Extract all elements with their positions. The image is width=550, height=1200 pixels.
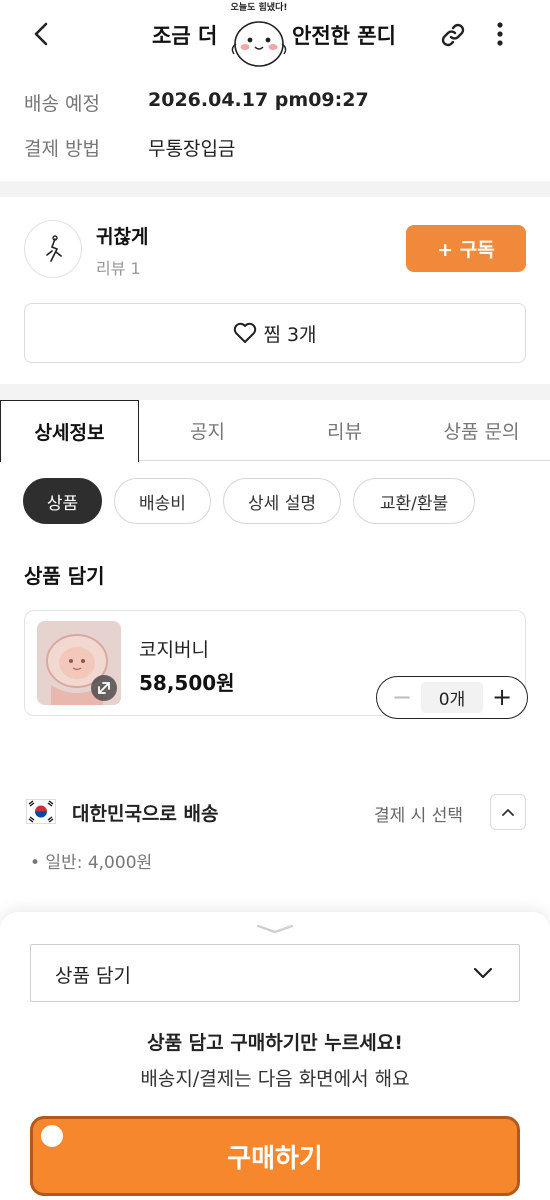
buy-button-highlight: [41, 1125, 63, 1147]
chip-detail-description[interactable]: 상세 설명: [223, 478, 341, 524]
product-thumbnail[interactable]: [37, 621, 121, 705]
section-divider: [0, 181, 550, 197]
buy-button-label: 구매하기: [227, 1143, 323, 1174]
shipping-fee: • 일반: 4,000원: [30, 853, 153, 873]
korea-flag-icon: [26, 799, 56, 824]
app-header: 조금 더 오늘도 힘냈다! 안전한 폰디: [0, 0, 550, 70]
page-title-right: 안전한 폰디: [292, 24, 396, 48]
increase-button[interactable]: +: [487, 682, 517, 712]
chevron-up-icon: [502, 809, 514, 816]
quantity-stepper[interactable]: − 0개 +: [376, 676, 528, 719]
more-vertical-icon[interactable]: [490, 18, 510, 50]
product-name: 코지버니: [139, 639, 209, 661]
tab-detail-info[interactable]: 상세정보: [0, 400, 139, 462]
delivery-value: 2026.04.17 pm09:27: [148, 89, 369, 111]
seller-avatar-icon: [46, 235, 62, 262]
payment-label: 결제 방법: [24, 138, 100, 160]
wish-label: 찜 3개: [263, 323, 317, 346]
product-price: 58,500원: [139, 671, 235, 695]
mascot-logo: 오늘도 힘냈다!: [224, 0, 294, 72]
decrease-button[interactable]: −: [387, 682, 417, 712]
buy-button[interactable]: 구매하기: [30, 1116, 520, 1196]
product-select-dropdown[interactable]: 상품 담기: [30, 944, 520, 1002]
back-arrow-icon[interactable]: [28, 18, 56, 50]
delivery-label: 배송 예정: [24, 93, 100, 115]
subscribe-button[interactable]: + 구독: [406, 225, 526, 272]
section-divider: [0, 384, 550, 400]
quantity-value: 0개: [421, 682, 483, 713]
sheet-message-sub: 배송지/결제는 다음 화면에서 해요: [140, 1068, 410, 1090]
seller-avatar[interactable]: [24, 220, 82, 278]
tab-product-inquiry[interactable]: 상품 문의: [413, 400, 550, 461]
mascot-text: 오늘도 힘냈다!: [230, 3, 288, 13]
tab-review[interactable]: 리뷰: [276, 400, 413, 461]
detail-tabs: 상세정보 공지 리뷰 상품 문의: [0, 400, 550, 462]
payment-value: 무통장입금: [148, 138, 236, 160]
chevron-down-icon: [473, 967, 493, 979]
select-label: 상품 담기: [55, 965, 131, 987]
heart-icon: [234, 322, 257, 343]
chip-shipping-fee[interactable]: 배송비: [114, 478, 211, 524]
expand-icon[interactable]: [91, 675, 117, 701]
tab-notice[interactable]: 공지: [139, 400, 276, 461]
chip-product[interactable]: 상품: [23, 478, 102, 524]
seller-review-count: 리뷰 1: [96, 259, 141, 278]
purchase-bottom-sheet: 상품 담기 상품 담고 구매하기만 누르세요! 배송지/결제는 다음 화면에서 …: [0, 912, 550, 1200]
wish-button[interactable]: 찜 3개: [24, 303, 526, 363]
link-icon[interactable]: [438, 20, 468, 50]
chip-exchange-refund[interactable]: 교환/환불: [353, 478, 475, 524]
seller-name[interactable]: 귀찮게: [96, 222, 148, 249]
shipping-destination: 대한민국으로 배송: [72, 803, 219, 825]
sheet-handle-icon[interactable]: [254, 922, 296, 936]
shipping-select-label: 결제 시 선택: [374, 806, 464, 826]
sheet-message-main: 상품 담고 구매하기만 누르세요!: [147, 1032, 403, 1054]
page-title-left: 조금 더: [152, 24, 218, 48]
shipping-toggle-button[interactable]: [490, 794, 526, 830]
product-section-title: 상품 담기: [24, 564, 105, 588]
